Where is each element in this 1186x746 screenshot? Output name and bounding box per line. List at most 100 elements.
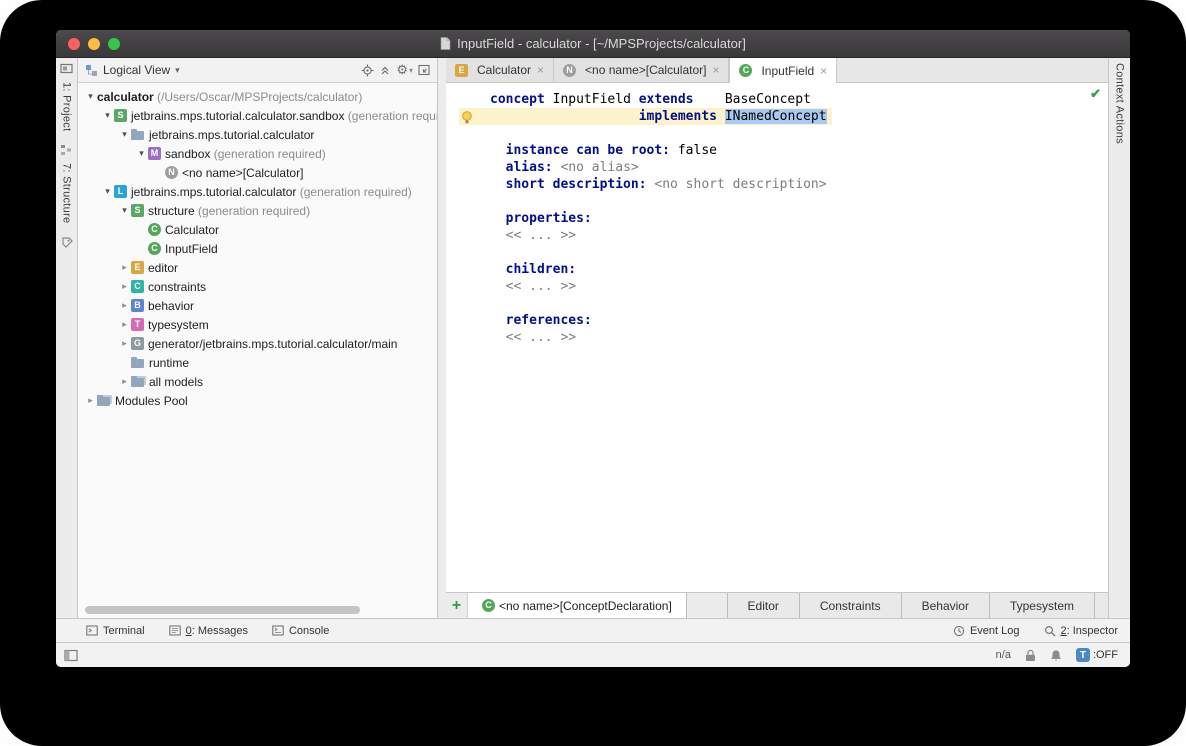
tree-item[interactable]: C Calculator [78, 220, 437, 239]
settings-gear-icon[interactable]: ⚙ ▾ [396, 62, 413, 78]
code-text: <no alias> [552, 160, 639, 175]
close-icon[interactable]: × [537, 63, 544, 77]
close-icon[interactable]: × [820, 64, 827, 78]
code-area[interactable]: concept InputField extends BaseConcept i… [446, 83, 1108, 592]
intention-bulb-icon[interactable] [461, 111, 473, 125]
toolwindow-button-terminal[interactable]: Terminal [86, 625, 145, 637]
typesystem-status-toggle[interactable]: T :OFF [1075, 648, 1118, 662]
toolwindow-button-context-actions[interactable]: Context Actions [1114, 63, 1126, 144]
view-selector-label[interactable]: Logical View [103, 63, 170, 77]
write-lock-icon[interactable] [1025, 649, 1036, 662]
tree-item[interactable]: ▸ Ggenerator/jetbrains.mps.tutorial.calcu… [78, 334, 437, 353]
expand-arrow-icon[interactable]: ▸ [84, 395, 97, 406]
collapse-arrow-icon[interactable]: ▾ [118, 205, 131, 216]
code-line[interactable]: short description: <no short description… [446, 176, 1108, 193]
code-line[interactable] [446, 295, 1108, 312]
tree-item[interactable]: ▾ jetbrains.mps.tutorial.calculator [78, 125, 437, 144]
expand-arrow-icon[interactable]: ▸ [118, 281, 131, 292]
expand-arrow-icon[interactable]: ▸ [118, 376, 131, 387]
terminal-icon [86, 625, 98, 636]
code-line[interactable]: alias: <no alias> [446, 159, 1108, 176]
add-aspect-button[interactable]: + [446, 593, 468, 618]
toolwindow-button-console[interactable]: Console [272, 625, 329, 637]
code-line[interactable]: << ... >> [446, 227, 1108, 244]
code-line[interactable]: children: [446, 261, 1108, 278]
pane-splitter[interactable] [438, 58, 446, 618]
collapse-arrow-icon[interactable]: ▾ [101, 186, 114, 197]
tree-item[interactable]: ▸ all models [78, 372, 437, 391]
aspect-tab-stub[interactable] [1094, 593, 1108, 618]
aspect-tab-editor[interactable]: Editor [726, 593, 799, 618]
tree-item[interactable]: ▸ Cconstraints [78, 277, 437, 296]
expand-arrow-icon[interactable]: ▸ [118, 262, 131, 273]
tree-item-label: structure [148, 203, 195, 218]
toolwindow-button-structure[interactable]: 7: Structure [61, 163, 73, 223]
collapse-arrow-icon[interactable]: ▾ [118, 129, 131, 140]
keyword-text: instance can be root: [490, 143, 671, 158]
navigate-to-source-icon[interactable] [361, 64, 374, 77]
tree-item[interactable]: ▾ Sjetbrains.mps.tutorial.calculator.sand… [78, 106, 437, 125]
close-icon[interactable]: × [712, 63, 719, 77]
aspect-tab-constraints[interactable]: Constraints [798, 593, 901, 618]
horizontal-scrollbar-thumb[interactable] [85, 606, 360, 614]
structure-toolwindow-icon[interactable] [60, 144, 73, 156]
models-stack-icon [131, 375, 145, 388]
tree-item[interactable]: N <no name>[Calculator] [78, 163, 437, 182]
title-bar[interactable]: InputField - calculator - [~/MPSProjects… [56, 30, 1130, 58]
zoom-window-button[interactable] [108, 38, 120, 50]
code-line[interactable]: << ... >> [446, 329, 1108, 346]
tree-item[interactable]: ▾ Ljetbrains.mps.tutorial.calculator (gen… [78, 182, 437, 201]
tree-item[interactable]: ▸ Eeditor [78, 258, 437, 277]
toolwindow-button-project[interactable]: 1: Project [61, 82, 73, 131]
concept-editor[interactable]: concept InputField extends BaseConcept i… [446, 83, 1108, 592]
collapse-arrow-icon[interactable]: ▾ [135, 148, 148, 159]
tree-item[interactable]: ▸ Bbehavior [78, 296, 437, 315]
expand-arrow-icon[interactable]: ▸ [118, 338, 131, 349]
concept-icon: C [148, 223, 161, 236]
tree-item[interactable]: ▸ Ttypesystem [78, 315, 437, 334]
tab-no-name-calculator[interactable]: N <no name>[Calculator] × [554, 58, 730, 82]
console-icon [272, 625, 284, 636]
expand-arrow-icon[interactable]: ▸ [118, 300, 131, 311]
code-line[interactable] [446, 125, 1108, 142]
aspect-tab-behavior[interactable]: Behavior [900, 593, 989, 618]
project-pane-header: Logical View ▾ ⚙ ▾ [78, 58, 437, 83]
toolwindow-button-inspector[interactable]: 2: Inspector [1044, 625, 1118, 637]
tree-item[interactable]: runtime [78, 353, 437, 372]
expand-arrow-icon[interactable]: ▸ [118, 319, 131, 330]
tab-calculator[interactable]: E Calculator × [446, 58, 555, 82]
toolwindow-button-event-log[interactable]: Event Log [953, 625, 1020, 637]
code-line[interactable]: concept InputField extends BaseConcept [446, 91, 1108, 108]
selected-cell[interactable]: INamedConcept [724, 109, 827, 124]
node-tab-concept-declaration[interactable]: C <no name>[ConceptDeclaration] [468, 593, 687, 618]
bookmark-tag-icon[interactable] [61, 237, 73, 249]
hide-panel-icon[interactable] [418, 64, 430, 76]
toolwindow-switcher-icon[interactable] [64, 649, 78, 662]
project-tree[interactable]: ▾ calculator (/Users/Oscar/MPSProjects/ca… [78, 83, 437, 618]
code-line[interactable]: implements INamedConcept [446, 108, 1108, 125]
notifications-bell-icon[interactable] [1050, 649, 1062, 662]
tree-item[interactable]: ▾ Msandbox (generation required) [78, 144, 437, 163]
collapse-arrow-icon[interactable]: ▾ [84, 91, 97, 102]
tree-item[interactable]: ▾ Sstructure (generation required) [78, 201, 437, 220]
chevron-down-icon[interactable]: ▾ [175, 65, 180, 76]
code-line[interactable] [446, 193, 1108, 210]
collapse-all-icon[interactable] [379, 64, 391, 76]
code-line[interactable]: << ... >> [446, 278, 1108, 295]
tree-item[interactable]: C InputField [78, 239, 437, 258]
toolwindow-button-messages[interactable]: 0: Messages [168, 625, 248, 637]
minimize-window-button[interactable] [88, 38, 100, 50]
tab-inputfield[interactable]: C InputField × [729, 58, 838, 83]
close-window-button[interactable] [68, 38, 80, 50]
aspect-tab-typesystem[interactable]: Typesystem [988, 593, 1094, 618]
project-toolwindow-icon[interactable] [60, 63, 73, 75]
code-line[interactable] [446, 244, 1108, 261]
code-line[interactable]: properties: [446, 210, 1108, 227]
collapse-arrow-icon[interactable]: ▾ [101, 110, 114, 121]
code-line[interactable]: references: [446, 312, 1108, 329]
inspection-ok-icon[interactable]: ✔ [1090, 86, 1101, 102]
code-line[interactable]: instance can be root: false [446, 142, 1108, 159]
tree-item[interactable]: ▸ Modules Pool [78, 391, 437, 410]
memory-indicator[interactable]: n/a [996, 649, 1011, 661]
tree-item[interactable]: ▾ calculator (/Users/Oscar/MPSProjects/ca… [78, 87, 437, 106]
